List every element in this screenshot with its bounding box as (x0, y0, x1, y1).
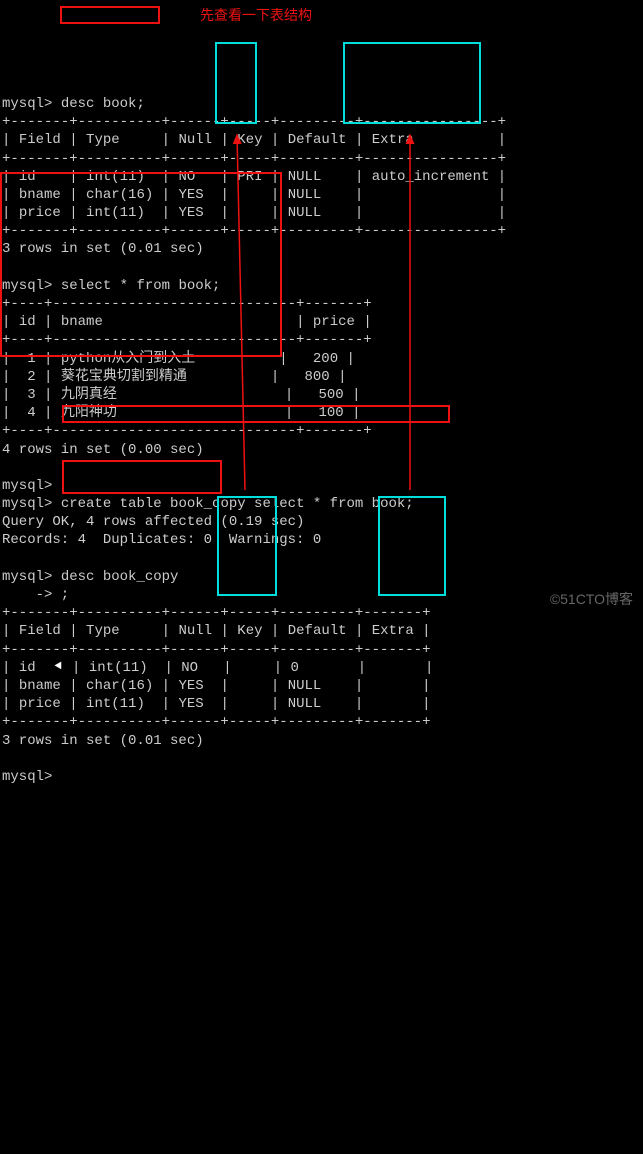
status: 4 rows in set (0.00 sec) (2, 442, 204, 458)
cell: 200 (313, 351, 338, 367)
highlight-cmd1 (60, 6, 160, 24)
highlight-extra-col (343, 42, 481, 124)
h-null: Null (178, 132, 212, 148)
cell: YES (178, 696, 203, 712)
cell: NULL (288, 696, 322, 712)
cmd-desc-book[interactable]: desc book; (61, 96, 145, 112)
highlight-key2 (217, 496, 277, 596)
cell: 3 (27, 387, 35, 403)
cell: 0 (291, 660, 299, 676)
cell: int(11) (86, 696, 145, 712)
highlight-cmd4 (62, 460, 222, 494)
h-extra: Extra (372, 132, 414, 148)
cell: 葵花宝典切割到精通 (61, 369, 187, 385)
prompt: mysql> (2, 96, 52, 112)
cell: bname (19, 678, 61, 694)
cell: 800 (304, 369, 329, 385)
cmd-cont: -> ; (2, 587, 69, 603)
h-field: Field (19, 132, 61, 148)
cmd-desc-copy[interactable]: desc book_copy (61, 569, 179, 585)
annotation-text: 先查看一下表结构 (200, 8, 312, 26)
cell: NULL (288, 169, 322, 185)
prompt: mysql> (2, 569, 52, 585)
cell: NULL (288, 678, 322, 694)
cell: int(11) (89, 660, 148, 676)
highlight-cmd3 (62, 405, 450, 423)
h-price: price (313, 314, 355, 330)
cell: 九阴真经 (61, 387, 117, 403)
cell: price (19, 696, 61, 712)
cell: auto_increment (372, 169, 490, 185)
highlight-extra2 (378, 496, 446, 596)
cursor-icon: ⯇ (52, 660, 63, 676)
cell: NO (181, 660, 198, 676)
h-type: Type (86, 132, 120, 148)
prompt: mysql> (2, 496, 52, 512)
cell: id (19, 660, 36, 676)
cell: 4 (27, 405, 35, 421)
cell: YES (178, 678, 203, 694)
h-key: Key (237, 132, 262, 148)
watermark: ©51CTO博客 (550, 590, 633, 608)
cell: 2 (27, 369, 35, 385)
cell: 500 (318, 387, 343, 403)
h-default: Default (288, 132, 347, 148)
prompt: mysql> (2, 769, 52, 785)
cell: NULL (288, 205, 322, 221)
prompt: mysql> (2, 478, 52, 494)
status: 3 rows in set (0.01 sec) (2, 733, 204, 749)
cell: char(16) (86, 678, 153, 694)
highlight-key-col (215, 42, 257, 124)
highlight-select-block (0, 172, 282, 357)
cell: NULL (288, 187, 322, 203)
